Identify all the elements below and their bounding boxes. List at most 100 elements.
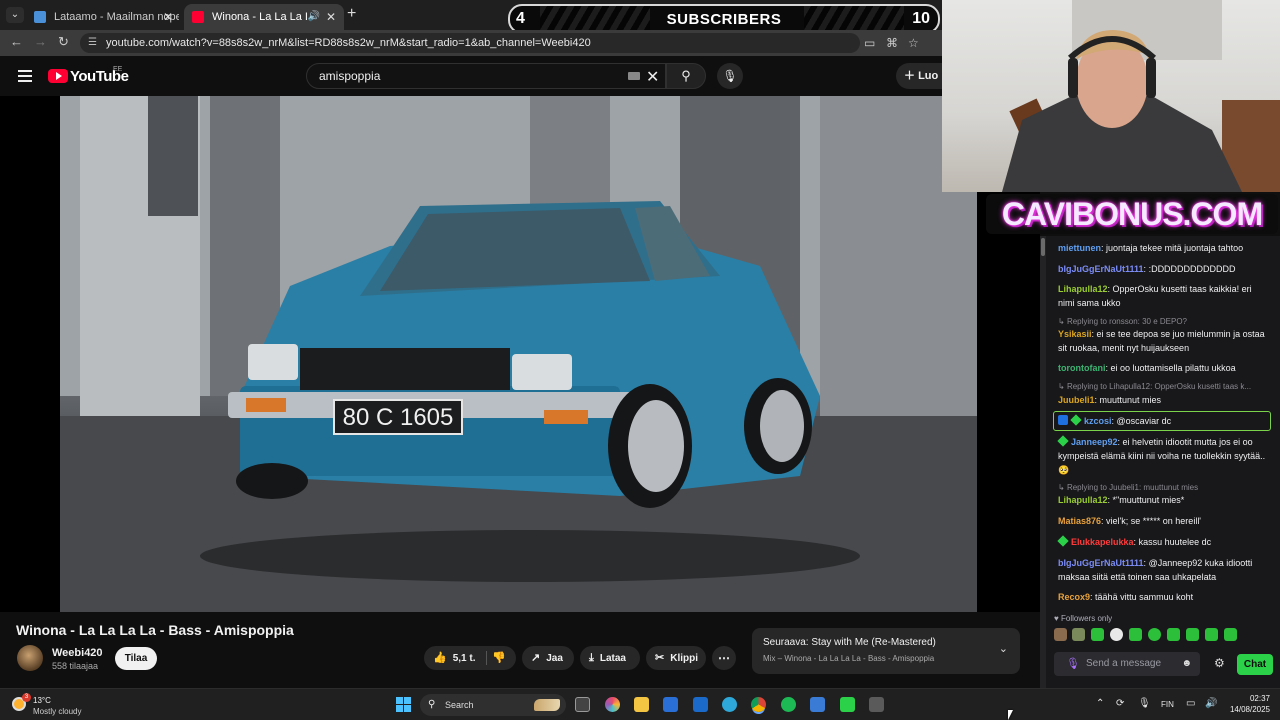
streamer-figure	[1002, 0, 1280, 192]
microphone-icon[interactable]: 🎙	[1066, 652, 1080, 676]
emote-icon[interactable]	[1224, 628, 1237, 641]
thumbs-down-icon[interactable]: 👎	[492, 646, 506, 670]
microphone-tray-icon[interactable]: 🎙	[1138, 698, 1151, 709]
emote-icon[interactable]	[1167, 628, 1180, 641]
chat-username[interactable]: Janneep92	[1071, 437, 1118, 447]
chat-username[interactable]: Lihapulla12	[1058, 495, 1108, 505]
back-icon[interactable]: ←	[10, 34, 23, 49]
youtube-header: YouTube EE amispoppia ✕ ⚲ 🎙 ＋ Luo	[0, 56, 956, 96]
clip-button[interactable]: ✂ Klippi	[646, 646, 706, 670]
chat-username[interactable]: torontofani	[1058, 363, 1106, 373]
emote-icon[interactable]	[1129, 628, 1142, 641]
language-indicator[interactable]: FIN	[1161, 700, 1174, 709]
cast-icon[interactable]: ▭	[864, 36, 875, 50]
taskbar-search[interactable]: ⚲ Search	[420, 694, 566, 716]
share-icon: ↗	[531, 652, 541, 664]
show-hidden-icons[interactable]: ⌃	[1096, 698, 1104, 709]
scrollbar-thumb[interactable]	[1041, 238, 1045, 256]
close-tab-icon[interactable]: ✕	[163, 4, 173, 30]
bookmark-star-icon[interactable]: ☆	[908, 36, 919, 50]
reply-icon: ↳	[1058, 483, 1067, 492]
chat-send-button[interactable]: Chat	[1237, 654, 1273, 675]
subscriber-label: SUBSCRIBERS	[666, 11, 782, 28]
followers-only-label: Followers only	[1060, 614, 1113, 623]
clear-search-icon[interactable]: ✕	[646, 67, 659, 87]
spotify-icon[interactable]	[781, 697, 796, 712]
reply-text: Replying to Juubeli1: muuttunut mies	[1066, 483, 1199, 492]
chat-message: Recox9: täähä vittu sammuu koht	[1058, 592, 1194, 602]
site-info-icon[interactable]: ☰	[88, 33, 97, 53]
weather-condition: Mostly cloudy	[33, 707, 82, 716]
forward-icon[interactable]: →	[34, 34, 47, 49]
search-input[interactable]: amispoppia	[306, 63, 666, 89]
chat-username[interactable]: bIgJuGgErNaUt1111	[1058, 558, 1144, 568]
close-tab-icon[interactable]: ✕	[326, 4, 336, 30]
emote-icon[interactable]	[1186, 628, 1199, 641]
subscribe-button[interactable]: Tilaa	[115, 647, 157, 670]
tab-lataamo[interactable]: Lataamo - Maailman nopein ka ✕	[26, 4, 181, 30]
emote-icon[interactable]	[1091, 628, 1104, 641]
chat-message-input[interactable]: 🎙 Send a message ☻	[1054, 652, 1200, 676]
youtube-logo-icon[interactable]	[48, 69, 68, 83]
chat-message: Juubeli1: muuttunut mies	[1058, 395, 1162, 405]
volume-icon[interactable]: 🔊	[1205, 698, 1217, 709]
emote-icon[interactable]	[1110, 628, 1123, 641]
voice-search-icon[interactable]: 🎙	[717, 63, 743, 89]
keyboard-icon[interactable]	[628, 72, 640, 80]
url-field[interactable]: ☰ youtube.com/watch?v=88s8s2w_nrM&list=R…	[80, 33, 860, 53]
file-explorer-icon[interactable]	[634, 697, 649, 712]
windows-start-icon[interactable]	[396, 697, 412, 713]
outlook-icon[interactable]	[693, 697, 708, 712]
search-button[interactable]: ⚲	[666, 63, 706, 89]
up-next-card[interactable]: Seuraava: Stay with Me (Re-Mastered) Mix…	[752, 628, 1020, 674]
copilot-icon[interactable]	[605, 697, 620, 712]
video-title: Winona - La La La La - Bass - Amispoppia	[16, 622, 294, 638]
translate-icon[interactable]: ⌘	[886, 36, 898, 50]
chat-username[interactable]: kzcosi	[1084, 416, 1112, 426]
chat-text: täähä vittu sammuu koht	[1095, 592, 1194, 602]
chat-username[interactable]: Ysikasii	[1058, 329, 1092, 339]
chat-username[interactable]: bIgJuGgErNaUt1111	[1058, 264, 1144, 274]
reply-text: Replying to ronsson: 30 e DEPO?	[1066, 317, 1188, 326]
emote-icon[interactable]	[1054, 628, 1067, 641]
chat-username[interactable]: Recox9	[1058, 592, 1090, 602]
video-player[interactable]: 80 C 1605	[0, 96, 1040, 612]
chat-username[interactable]: Matias876	[1058, 516, 1101, 526]
channel-avatar[interactable]	[17, 645, 43, 671]
mouse-cursor-icon	[1008, 710, 1013, 720]
microsoft-store-icon[interactable]	[663, 697, 678, 712]
download-button[interactable]: ⤓ Lataa	[580, 646, 640, 670]
more-actions-icon[interactable]: ⋯	[712, 646, 736, 670]
emoji-picker-icon[interactable]: ☻	[1181, 652, 1192, 676]
new-tab-icon[interactable]: +	[347, 5, 356, 23]
task-view-icon[interactable]	[575, 697, 590, 712]
chat-settings-icon[interactable]: ⚙	[1214, 656, 1225, 670]
reload-icon[interactable]: ↻	[58, 34, 69, 50]
chat-message: Matias876: viel'k; se ***** on hereill'	[1058, 516, 1202, 526]
notepad-icon[interactable]	[810, 697, 825, 712]
weather-widget[interactable]: 3 13°C Mostly cloudy	[12, 693, 122, 717]
chat-username[interactable]: Elukkapelukka	[1071, 537, 1134, 547]
system-clock[interactable]: 02:37 14/08/2025	[1222, 693, 1270, 715]
sync-icon[interactable]: ⟳	[1116, 698, 1124, 709]
share-button[interactable]: ↗ Jaa	[522, 646, 574, 670]
emote-icon[interactable]	[1072, 628, 1085, 641]
tab-youtube-active[interactable]: Winona - La La La La - Bass 🔊 ✕	[184, 4, 344, 30]
chat-username[interactable]: Juubeli1	[1058, 395, 1095, 405]
channel-name[interactable]: Weebi420	[52, 647, 103, 659]
calculator-icon[interactable]	[869, 697, 884, 712]
speaker-icon[interactable]: 🔊	[308, 4, 320, 30]
edge-icon[interactable]	[722, 697, 737, 712]
tab-search-button[interactable]: ⌄	[6, 7, 24, 23]
network-icon[interactable]: ▭	[1186, 698, 1195, 709]
kick-icon[interactable]	[840, 697, 855, 712]
chevron-down-icon[interactable]: ⌄	[999, 642, 1008, 655]
menu-icon[interactable]	[18, 70, 32, 82]
chat-username[interactable]: Lihapulla12	[1058, 284, 1108, 294]
like-button[interactable]: 👍 5,1 t. 👎	[424, 646, 516, 670]
chat-username[interactable]: miettunen	[1058, 243, 1101, 253]
scissors-icon: ✂	[655, 652, 665, 664]
chrome-icon[interactable]	[751, 697, 766, 712]
emote-icon[interactable]	[1148, 628, 1161, 641]
emote-icon[interactable]	[1205, 628, 1218, 641]
